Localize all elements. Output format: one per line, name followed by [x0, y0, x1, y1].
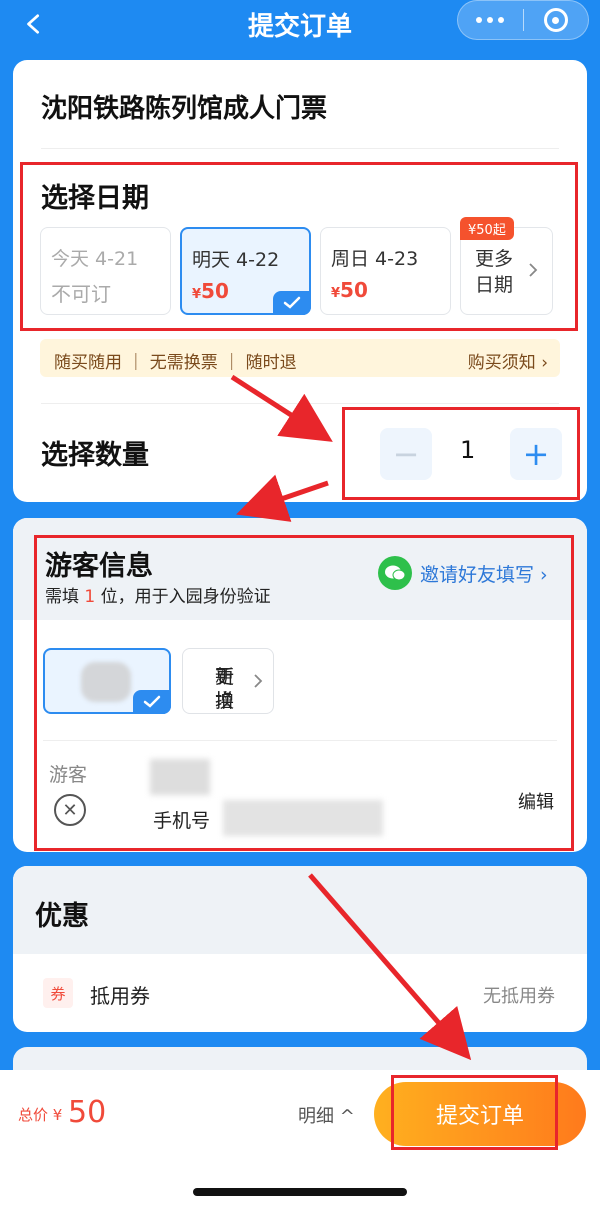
- check-icon: [133, 690, 171, 714]
- coupon-value[interactable]: 无抵用券: [483, 982, 555, 1008]
- invite-label: 邀请好友填写 ›: [420, 563, 548, 586]
- visitor-avatar-card[interactable]: [43, 648, 171, 714]
- discount-section-title: 优惠: [35, 901, 89, 932]
- price-detail-toggle[interactable]: 明细 ^: [298, 1102, 355, 1128]
- chevron-right-icon: [254, 674, 263, 688]
- divider: [41, 403, 559, 404]
- discount-card: 优惠 券 抵用券 无抵用券: [13, 866, 587, 1032]
- submit-order-button[interactable]: 提交订单: [374, 1082, 586, 1146]
- coupon-label[interactable]: 抵用券: [90, 980, 150, 1009]
- date-option-tomorrow[interactable]: 明天 4-22 ¥50: [180, 227, 311, 315]
- wechat-icon: [378, 556, 412, 590]
- notice-bar: 随买随用 ｜ 无需换票 ｜ 随时退 购买须知 ›: [40, 339, 560, 377]
- phone-number-redacted: [223, 800, 383, 836]
- product-name: 沈阳铁路陈列馆成人门票: [41, 94, 328, 124]
- date-option-today[interactable]: 今天 4-21 不可订: [40, 227, 171, 315]
- avatar: [81, 662, 131, 702]
- more-dates-label: 更多 日期: [475, 248, 514, 296]
- quantity-plus-button[interactable]: +: [510, 428, 562, 480]
- quantity-minus-button[interactable]: −: [380, 428, 432, 480]
- edit-visitor-button[interactable]: 编辑: [518, 788, 554, 814]
- visitor-card: 游客信息 需填 1 位，用于入园身份验证 邀请好友填写 › 新增 更换 游客 ✕ …: [13, 518, 587, 852]
- more-dots-icon[interactable]: [458, 17, 523, 23]
- visitor-label: 游客: [49, 764, 88, 786]
- target-icon[interactable]: [524, 8, 589, 32]
- quantity-value: 1: [460, 436, 476, 464]
- divider: [43, 740, 557, 741]
- bottom-bar: 总价 ¥ 50 明细 ^ 提交订单: [0, 1070, 600, 1207]
- purchase-notes-link[interactable]: 购买须知 ›: [468, 348, 548, 373]
- top-bar: 提交订单: [0, 0, 600, 52]
- chevron-right-icon: [529, 263, 538, 277]
- phone-label: 手机号: [153, 810, 211, 832]
- date-label: 今天 4-21: [51, 248, 139, 270]
- total-price-value: 50: [68, 1095, 107, 1130]
- price-from-badge: ¥50起: [460, 217, 514, 240]
- quantity-section-title: 选择数量: [41, 440, 149, 471]
- visitor-section-title: 游客信息: [45, 551, 153, 582]
- date-price: ¥50: [192, 279, 229, 303]
- remove-visitor-icon[interactable]: ✕: [54, 794, 86, 826]
- home-indicator: [193, 1188, 407, 1196]
- mini-program-capsule: [457, 0, 589, 40]
- check-icon: [273, 291, 311, 315]
- date-label: 明天 4-22: [192, 249, 280, 271]
- date-price: ¥50: [331, 278, 368, 302]
- date-label: 周日 4-23: [331, 248, 419, 270]
- order-card: 沈阳铁路陈列馆成人门票 选择日期 今天 4-21 不可订 明天 4-22 ¥50…: [13, 60, 587, 502]
- date-option-sunday[interactable]: 周日 4-23 ¥50: [320, 227, 451, 315]
- visitor-name-redacted: [150, 759, 210, 795]
- total-price-label: 总价 ¥: [18, 1106, 63, 1124]
- more-dates-button[interactable]: 更多 日期: [460, 227, 553, 315]
- divider: [41, 148, 559, 149]
- discount-header: [13, 866, 587, 954]
- visitor-subtitle: 需填 1 位，用于入园身份验证: [45, 587, 271, 607]
- date-price: 不可订: [51, 282, 111, 306]
- date-section-title: 选择日期: [41, 183, 149, 214]
- add-change-visitor-button[interactable]: 新增 更换: [182, 648, 274, 714]
- notice-tags: 随买随用 ｜ 无需换票 ｜ 随时退: [54, 353, 297, 373]
- coupon-icon: 券: [43, 978, 73, 1008]
- invite-friend-button[interactable]: 邀请好友填写 ›: [378, 556, 548, 590]
